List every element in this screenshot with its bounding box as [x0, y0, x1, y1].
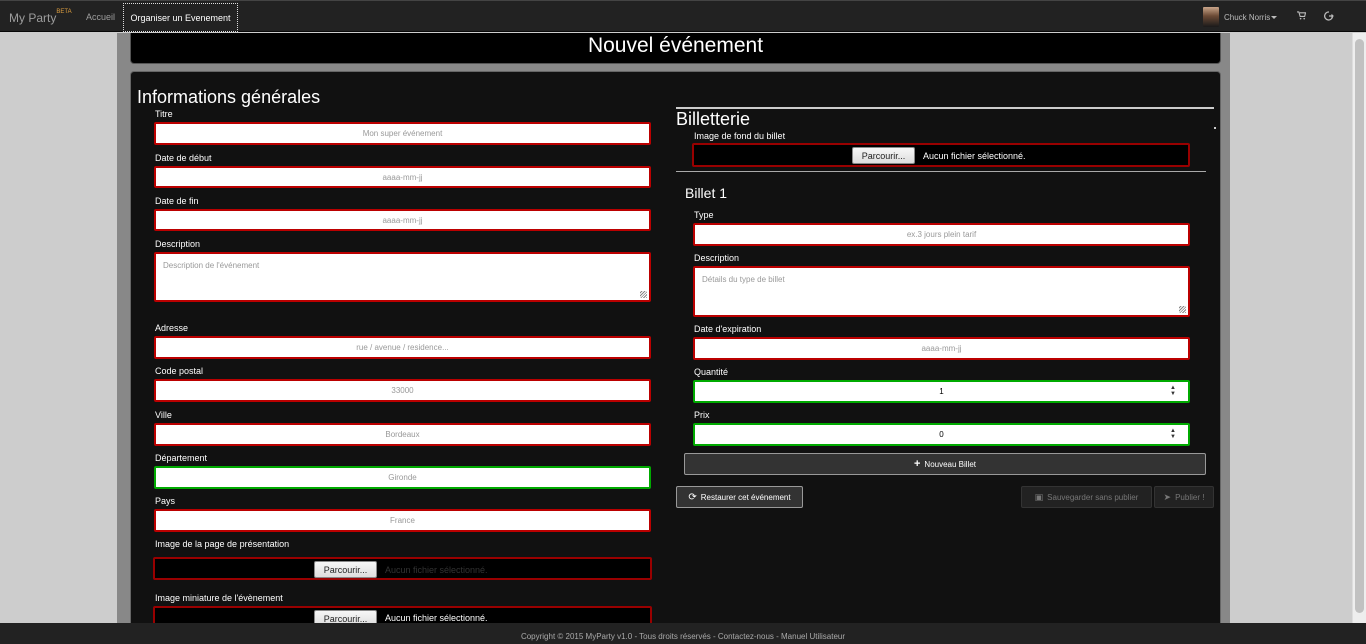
- ticketing-divider-top: [676, 107, 1214, 109]
- title-label: Titre: [155, 109, 173, 119]
- city-placeholder: Bordeaux: [385, 430, 420, 439]
- brand-name: My Party: [9, 11, 57, 25]
- department-placeholder: Gironde: [388, 473, 417, 482]
- nav-home[interactable]: Accueil: [86, 12, 115, 22]
- end-date-input[interactable]: aaaa-mm-jj: [154, 209, 651, 231]
- country-label: Pays: [155, 496, 176, 506]
- ticket-desc-placeholder: Détails du type de billet: [702, 275, 785, 284]
- event-form-panel: Informations générales Titre Mon super é…: [130, 71, 1221, 631]
- end-date-placeholder: aaaa-mm-jj: [382, 215, 423, 225]
- ticket-desc-textarea[interactable]: Détails du type de billet: [693, 266, 1190, 317]
- address-input[interactable]: rue / avenue / residence...: [154, 336, 651, 359]
- avatar[interactable]: [1203, 7, 1219, 27]
- beta-badge: BETA: [56, 9, 72, 15]
- restore-event-button[interactable]: ⟳ Restaurer cet événement: [676, 486, 803, 508]
- footer-text: Copyright © 2015 MyParty v1.0 - Tous dro…: [520, 632, 846, 641]
- city-input[interactable]: Bordeaux: [154, 423, 651, 446]
- cover-file-status: Aucun fichier sélectionné.: [385, 565, 488, 575]
- ticket-expiration-input[interactable]: aaaa-mm-jj: [693, 337, 1190, 360]
- title-placeholder: Mon super événement: [362, 129, 443, 138]
- brand-logo[interactable]: My PartyBETA: [9, 9, 72, 25]
- user-name: Chuck Norris: [1224, 13, 1271, 22]
- ticket-bg-file-status: Aucun fichier sélectionné.: [923, 151, 1026, 161]
- title-panel: Nouvel événement: [130, 33, 1221, 64]
- start-date-placeholder: aaaa-mm-jj: [382, 172, 423, 182]
- ticket-heading: Billet 1: [685, 185, 728, 201]
- save-icon: ▣: [1034, 491, 1044, 502]
- ticket-expiration-placeholder: aaaa-mm-jj: [921, 344, 962, 353]
- city-label: Ville: [155, 410, 172, 420]
- ticket-type-label: Type: [694, 210, 714, 220]
- general-info-heading: Informations générales: [137, 87, 321, 107]
- cart-icon[interactable]: [1297, 11, 1307, 23]
- publish-label: Publier !: [1175, 492, 1205, 502]
- address-placeholder: rue / avenue / residence...: [356, 343, 449, 352]
- country-placeholder: France: [390, 516, 415, 525]
- user-menu[interactable]: Chuck Norris: [1224, 13, 1278, 22]
- department-input[interactable]: Gironde: [154, 466, 651, 489]
- zip-placeholder: 33000: [391, 386, 414, 395]
- department-label: Département: [155, 453, 208, 463]
- refresh-icon: ⟳: [688, 491, 697, 503]
- top-navbar: My PartyBETA Accueil Organiser un Evenem…: [0, 0, 1366, 32]
- cover-browse-button[interactable]: Parcourir...: [314, 561, 377, 578]
- address-label: Adresse: [155, 323, 189, 333]
- start-date-input[interactable]: aaaa-mm-jj: [154, 166, 651, 188]
- ticket-quantity-input[interactable]: 1 ▲ ▼: [693, 380, 1190, 403]
- send-icon: ➤: [1163, 491, 1172, 502]
- nav-organize-label: Organiser un Evenement: [130, 12, 231, 23]
- ticketing-divider: [676, 171, 1206, 172]
- description-label: Description: [155, 239, 201, 249]
- ticket-expiration-label: Date d'expiration: [694, 324, 762, 334]
- new-ticket-button[interactable]: + Nouveau Billet: [684, 453, 1206, 475]
- ticket-type-input[interactable]: ex.3 jours plein tarif: [693, 223, 1190, 246]
- scrollbar-thumb[interactable]: [1355, 39, 1364, 613]
- country-input[interactable]: France: [154, 509, 651, 532]
- restore-label: Restaurer cet événement: [700, 492, 791, 502]
- description-placeholder: Description de l'événement: [163, 261, 260, 270]
- ticket-price-label: Prix: [694, 410, 710, 420]
- footer: Copyright © 2015 MyParty v1.0 - Tous dro…: [0, 623, 1366, 644]
- new-ticket-label: Nouveau Billet: [924, 459, 977, 469]
- plus-icon: +: [913, 458, 921, 470]
- publish-button[interactable]: ➤ Publier !: [1154, 486, 1214, 508]
- ticket-quantity-label: Quantité: [694, 367, 729, 377]
- ticket-quantity-value: 1: [939, 387, 944, 396]
- page-title: Nouvel événement: [587, 34, 764, 57]
- nav-organize-event[interactable]: Organiser un Evenement: [123, 3, 238, 32]
- ticket-bg-label: Image de fond du billet: [694, 131, 786, 141]
- zip-input[interactable]: 33000: [154, 379, 651, 402]
- page-scrollbar[interactable]: [1352, 33, 1366, 623]
- thumbnail-file-status: Aucun fichier sélectionné.: [385, 613, 488, 623]
- resize-handle-icon[interactable]: [640, 291, 647, 298]
- ticket-desc-label: Description: [694, 253, 740, 263]
- spinner-arrows-icon[interactable]: ▲ ▼: [1170, 428, 1176, 440]
- ticket-price-input[interactable]: 0 ▲ ▼: [693, 423, 1190, 446]
- thumbnail-label: Image miniature de l'évènement: [155, 593, 283, 603]
- ticketing-heading: Billetterie: [676, 109, 751, 129]
- ticket-type-placeholder: ex.3 jours plein tarif: [906, 230, 977, 239]
- cover-image-label: Image de la page de présentation: [155, 539, 290, 549]
- save-draft-button[interactable]: ▣ Sauvegarder sans publier: [1021, 486, 1152, 508]
- ticketing-dot: [1214, 127, 1216, 129]
- save-draft-label: Sauvegarder sans publier: [1047, 492, 1139, 502]
- cover-image-file-input[interactable]: Parcourir... Aucun fichier sélectionné.: [153, 557, 652, 580]
- title-input[interactable]: Mon super événement: [154, 122, 651, 145]
- resize-handle-icon[interactable]: [1179, 306, 1186, 313]
- ticket-bg-browse-button[interactable]: Parcourir...: [852, 147, 915, 164]
- ticket-bg-file-input[interactable]: Parcourir... Aucun fichier sélectionné.: [692, 143, 1190, 167]
- start-date-label: Date de début: [155, 153, 212, 163]
- logout-icon[interactable]: [1323, 11, 1334, 24]
- spinner-arrows-icon[interactable]: ▲ ▼: [1170, 385, 1176, 397]
- zip-label: Code postal: [155, 366, 204, 376]
- description-textarea[interactable]: Description de l'événement: [154, 252, 651, 302]
- caret-down-icon: [1271, 16, 1278, 20]
- end-date-label: Date de fin: [155, 196, 199, 206]
- ticket-price-value: 0: [939, 430, 944, 439]
